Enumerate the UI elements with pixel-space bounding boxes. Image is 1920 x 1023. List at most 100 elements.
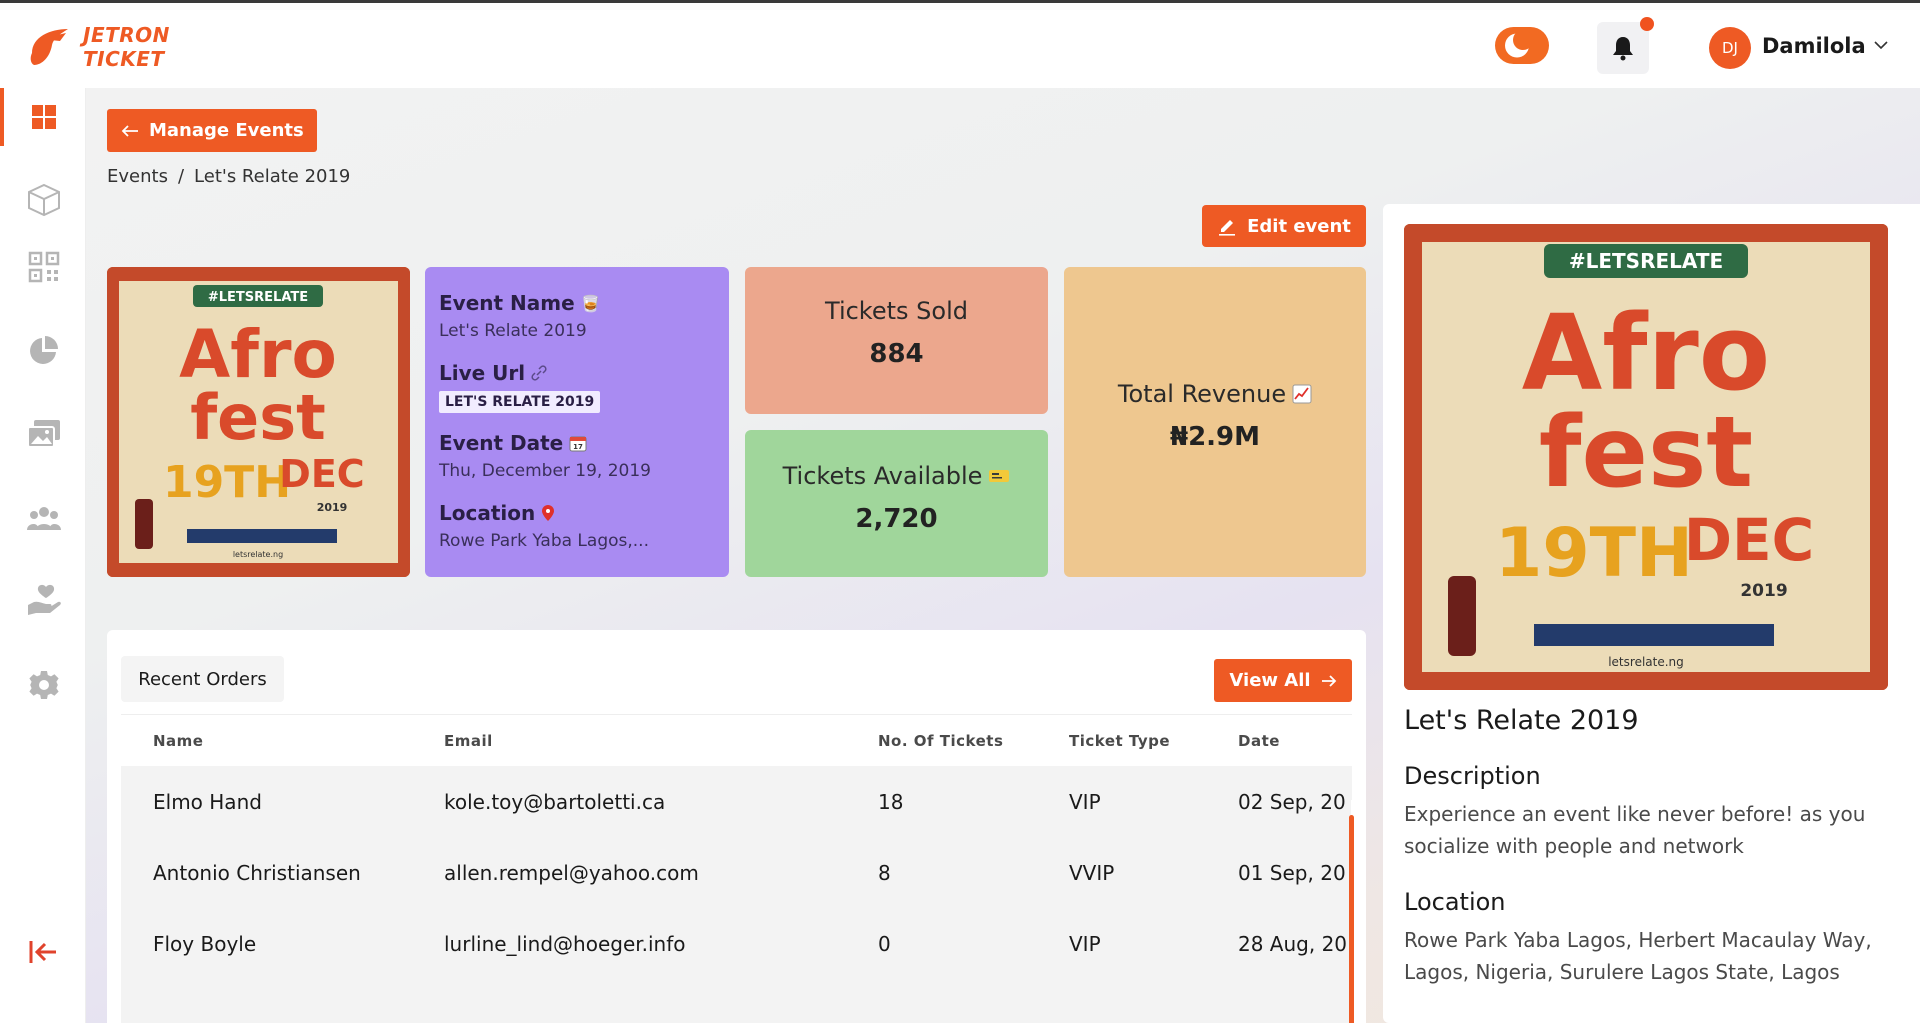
calendar-icon: 17 bbox=[569, 436, 587, 452]
table-row[interactable] bbox=[121, 979, 1352, 1023]
breadcrumb-events-link[interactable]: Events bbox=[107, 166, 168, 187]
sidebar-item-qr[interactable] bbox=[26, 249, 62, 285]
tickets-sold-label: Tickets Sold bbox=[745, 297, 1048, 325]
table-row[interactable]: Floy Boyle lurline_lind@hoeger.info 0 VI… bbox=[121, 908, 1352, 979]
logout-icon bbox=[29, 941, 56, 963]
sidebar-item-team[interactable] bbox=[26, 500, 62, 536]
cell-date: 02 Sep, 20 bbox=[1238, 789, 1346, 814]
total-revenue-card: Total Revenue ₦2.9M bbox=[1064, 267, 1366, 577]
recent-orders-tab[interactable]: Recent Orders bbox=[121, 656, 284, 702]
poster-large-line-2: fest bbox=[1539, 396, 1753, 510]
sidebar-item-gallery[interactable] bbox=[26, 416, 62, 452]
arrow-left-icon bbox=[121, 124, 138, 137]
notifications-button[interactable] bbox=[1597, 22, 1649, 74]
sidebar-item-dashboard[interactable] bbox=[26, 99, 62, 135]
poster-image: #LETSRELATE Afro fest 19TH DEC 2019 lets… bbox=[107, 267, 410, 577]
cell-tickets: 8 bbox=[878, 860, 891, 885]
cell-name: Elmo Hand bbox=[153, 789, 262, 814]
cell-ticket-type: VIP bbox=[1069, 931, 1101, 956]
back-button-label: Manage Events bbox=[149, 120, 304, 141]
pencil-icon bbox=[1219, 220, 1236, 236]
moon-toggle-icon bbox=[1505, 30, 1533, 58]
view-all-button[interactable]: View All bbox=[1214, 659, 1352, 702]
sidebar-item-analytics[interactable] bbox=[26, 332, 62, 368]
avatar[interactable]: DJ bbox=[1709, 27, 1751, 69]
manage-events-back-button[interactable]: Manage Events bbox=[107, 109, 317, 152]
column-header-ticket-type[interactable]: Ticket Type bbox=[1069, 732, 1170, 750]
description-heading: Description bbox=[1404, 762, 1541, 790]
trend-chart-icon bbox=[1292, 384, 1312, 404]
event-poster-large: #LETSRELATE Afro fest 19TH DEC 2019 lets… bbox=[1404, 224, 1888, 690]
event-date-value: Thu, December 19, 2019 bbox=[439, 461, 652, 481]
cell-date: 01 Sep, 20 bbox=[1238, 860, 1346, 885]
gear-icon bbox=[29, 671, 59, 699]
theme-toggle-button[interactable] bbox=[1495, 27, 1549, 64]
cell-email: allen.rempel@yahoo.com bbox=[444, 860, 699, 885]
poster-large-handle: letsrelate.ng bbox=[1608, 655, 1684, 669]
sidebar-item-settings[interactable] bbox=[26, 667, 62, 703]
bell-icon bbox=[1613, 37, 1633, 61]
event-name-label: Event Name bbox=[439, 291, 575, 315]
grid-icon bbox=[32, 105, 56, 129]
sidebar-item-events[interactable] bbox=[26, 182, 62, 218]
poster-hashtag: #LETSRELATE bbox=[208, 290, 308, 305]
poster-month: DEC bbox=[279, 452, 364, 496]
people-icon bbox=[27, 507, 61, 530]
cell-email: kole.toy@bartoletti.ca bbox=[444, 789, 666, 814]
svg-text:17: 17 bbox=[573, 443, 583, 451]
poster-large-hashtag: #LETSRELATE bbox=[1569, 249, 1723, 273]
total-revenue-value: ₦2.9M bbox=[1169, 422, 1261, 452]
tickets-sold-card: Tickets Sold 884 bbox=[745, 267, 1048, 414]
user-name[interactable]: Damilola bbox=[1762, 34, 1866, 58]
cell-tickets: 0 bbox=[878, 931, 891, 956]
poster-line-2: fest bbox=[190, 381, 326, 454]
notification-dot bbox=[1640, 17, 1654, 31]
link-icon bbox=[531, 365, 547, 381]
cell-name: Floy Boyle bbox=[153, 931, 257, 956]
orders-scrollbar[interactable] bbox=[1349, 815, 1354, 1023]
tickets-available-value: 2,720 bbox=[855, 504, 938, 534]
edit-event-label: Edit event bbox=[1247, 215, 1351, 237]
column-header-name[interactable]: Name bbox=[153, 732, 203, 750]
event-name-value: Let's Relate 2019 bbox=[439, 321, 587, 341]
orders-table: Name Email No. Of Tickets Ticket Type Da… bbox=[121, 716, 1352, 1023]
sidebar-item-logout[interactable] bbox=[26, 934, 62, 970]
jetron-logo[interactable]: JETRON TICKET bbox=[26, 19, 186, 75]
cell-ticket-type: VIP bbox=[1069, 789, 1101, 814]
chevron-down-icon[interactable] bbox=[1872, 36, 1890, 54]
location-value: Rowe Park Yaba Lagos,... bbox=[439, 531, 649, 551]
cell-email: lurline_lind@hoeger.info bbox=[444, 931, 686, 956]
event-poster-thumbnail: #LETSRELATE Afro fest 19TH DEC 2019 lets… bbox=[107, 267, 410, 577]
live-url-value[interactable]: LET'S RELATE 2019 bbox=[439, 391, 601, 413]
table-row[interactable]: Antonio Christiansen allen.rempel@yahoo.… bbox=[121, 837, 1352, 908]
column-header-email[interactable]: Email bbox=[444, 732, 493, 750]
location-text: Rowe Park Yaba Lagos, Herbert Macaulay W… bbox=[1404, 928, 1872, 984]
table-row[interactable]: Elmo Hand kole.toy@bartoletti.ca 18 VIP … bbox=[121, 766, 1352, 837]
breadcrumb-current: Let's Relate 2019 bbox=[194, 166, 351, 187]
poster-year: 2019 bbox=[317, 501, 348, 514]
poster-image-large: #LETSRELATE Afro fest 19TH DEC 2019 lets… bbox=[1404, 224, 1888, 690]
edit-event-button[interactable]: Edit event bbox=[1202, 205, 1366, 247]
tickets-available-card: Tickets Available 2,720 bbox=[745, 430, 1048, 577]
column-header-date[interactable]: Date bbox=[1238, 732, 1280, 750]
location-label: Location bbox=[439, 501, 536, 525]
breadcrumb: Events / Let's Relate 2019 bbox=[107, 166, 350, 187]
sidebar bbox=[0, 88, 86, 1023]
glass-icon: 🥃 bbox=[580, 293, 601, 313]
description-text: Experience an event like never before! a… bbox=[1404, 802, 1866, 858]
view-all-label: View All bbox=[1229, 670, 1311, 691]
qr-code-icon bbox=[28, 251, 60, 283]
column-header-tickets[interactable]: No. Of Tickets bbox=[878, 732, 1003, 750]
table-header: Name Email No. Of Tickets Ticket Type Da… bbox=[121, 716, 1352, 766]
poster-handle: letsrelate.ng bbox=[233, 550, 283, 559]
poster-day: 19TH bbox=[163, 457, 291, 508]
cell-date: 28 Aug, 20 bbox=[1238, 931, 1348, 956]
sidebar-active-indicator bbox=[0, 88, 4, 146]
event-name-label-row: Event Name 🥃 bbox=[439, 291, 715, 315]
arrow-right-icon bbox=[1321, 674, 1336, 687]
location-heading: Location bbox=[1404, 888, 1506, 916]
poster-large-month: DEC bbox=[1684, 506, 1814, 574]
pie-chart-icon bbox=[30, 336, 58, 364]
ticket-icon bbox=[989, 470, 1010, 482]
sidebar-item-spacer bbox=[26, 558, 62, 594]
